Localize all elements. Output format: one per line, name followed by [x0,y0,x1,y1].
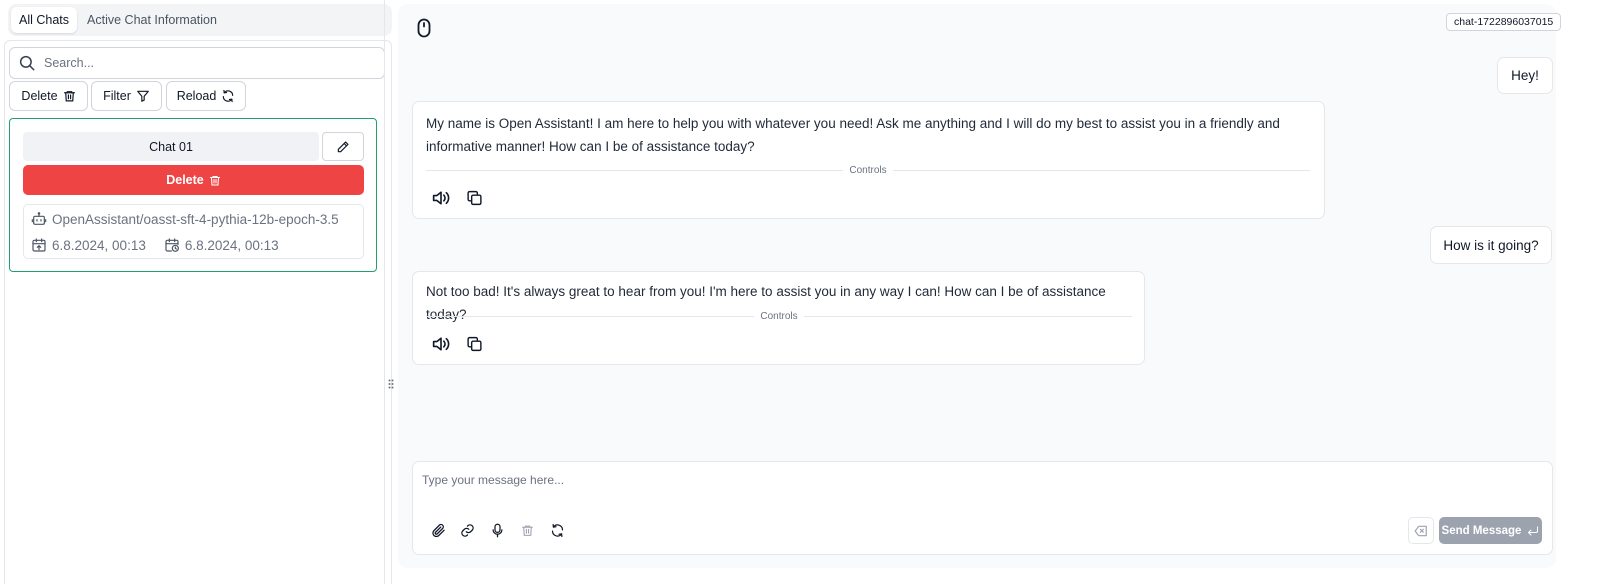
search-box [9,47,385,79]
calendar-created-icon [31,237,47,253]
trash-icon [209,174,221,187]
message-input[interactable] [422,473,1522,497]
delete-chats-button[interactable]: Delete [9,81,88,111]
message-line: My name is Open Assistant! I am here to … [426,116,1280,131]
controls-label: Controls [849,164,887,176]
assistant-message: Not too bad! It's always great to hear f… [412,271,1145,365]
rename-chat-button[interactable] [322,132,364,161]
refresh-icon [221,89,235,103]
created-date: 6.8.2024, 00:13 [52,237,146,253]
link-icon[interactable] [460,523,475,538]
model-name: OpenAssistant/oasst-sft-4-pythia-12b-epo… [52,211,339,227]
reload-button-label: Reload [176,89,217,103]
send-message-button[interactable]: Send Message [1439,517,1542,544]
search-input[interactable] [44,56,364,70]
divider-line [803,315,1132,317]
divider-line [426,315,755,317]
filter-button-label: Filter [103,89,131,103]
panel-divider [384,0,385,584]
trash-icon [63,89,76,103]
clear-input-button[interactable] [1408,517,1434,544]
delete-chat-button[interactable]: Delete [23,165,364,195]
assistant-message-text: My name is Open Assistant! I am here to … [426,112,1280,158]
message-composer: Send Message [412,461,1553,555]
mouse-icon [417,18,431,38]
pencil-icon [336,140,350,154]
filter-button[interactable]: Filter [91,81,162,111]
user-message: How is it going? [1430,226,1552,264]
calendar-clock-icon [164,237,180,253]
model-row: OpenAssistant/oasst-sft-4-pythia-12b-epo… [31,211,339,227]
divider-line [892,169,1310,171]
updated-date: 6.8.2024, 00:13 [184,237,279,253]
chat-id-badge: chat-1722896037015 [1446,13,1562,31]
enter-icon [1527,526,1539,536]
tab-all-chats[interactable]: All Chats [11,7,78,33]
chat-name[interactable]: Chat 01 [23,132,319,161]
refresh-icon[interactable] [550,523,565,538]
controls-divider: Controls [426,310,1132,322]
filter-icon [136,89,150,103]
assistant-message: My name is Open Assistant! I am here to … [412,101,1325,219]
microphone-icon[interactable] [491,523,504,538]
backspace-icon [1414,525,1428,537]
controls-divider: Controls [426,164,1310,176]
speaker-icon[interactable] [431,335,451,353]
send-message-label: Send Message [1441,524,1522,537]
chat-info-box: OpenAssistant/oasst-sft-4-pythia-12b-epo… [23,204,364,259]
message-line: informative manner! How can I be of assi… [426,139,755,154]
bot-icon [31,211,47,227]
chat-list-panel: All Chats Active Chat Information Delete… [0,0,392,584]
resize-handle[interactable] [387,378,395,390]
delete-chat-label: Delete [166,173,204,187]
controls-label: Controls [760,310,798,322]
divider-line [426,169,844,171]
dates-row: 6.8.2024, 00:13 6.8.2024, 00:13 [31,237,279,253]
speaker-icon[interactable] [431,189,451,207]
reload-button[interactable]: Reload [166,81,246,111]
search-icon [18,54,36,72]
copy-icon[interactable] [466,189,483,207]
tab-active-chat-information[interactable]: Active Chat Information [79,7,225,33]
trash-icon[interactable] [521,523,534,538]
chat-list-item[interactable]: Chat 01 Delete OpenAssistant/oasst-sft-4… [9,118,377,272]
sidebar-tabs: All Chats Active Chat Information [8,4,392,36]
paperclip-icon[interactable] [431,523,446,538]
copy-icon[interactable] [466,335,483,353]
delete-button-label: Delete [21,89,58,103]
user-message: Hey! [1497,57,1553,94]
